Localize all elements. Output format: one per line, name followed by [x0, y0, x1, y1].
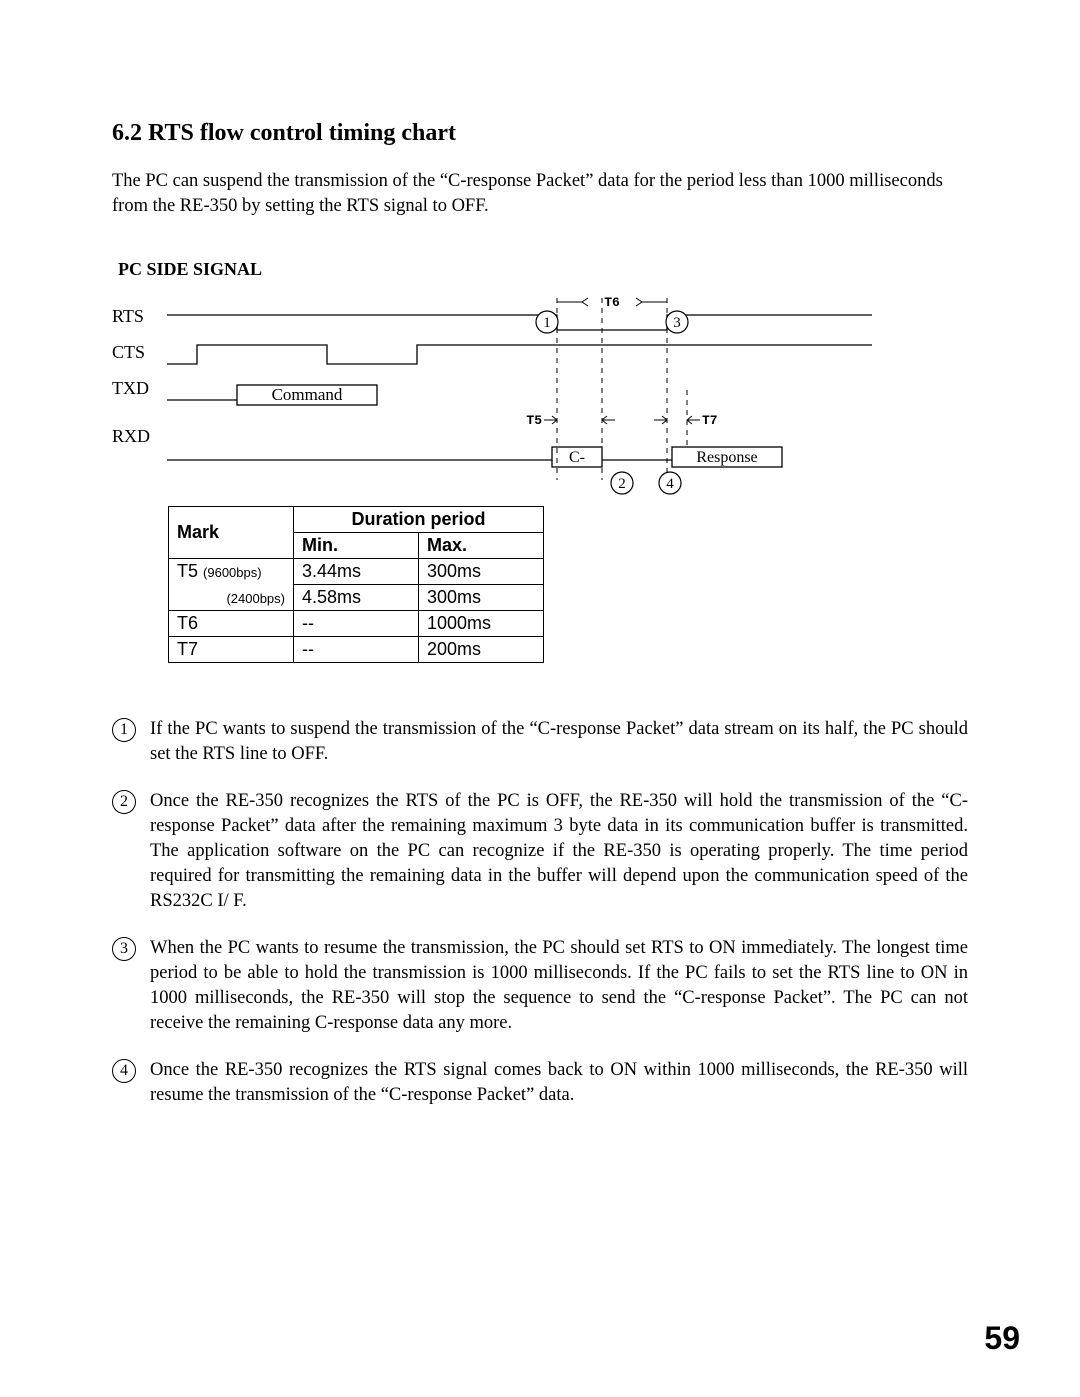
th-max: Max. — [419, 532, 544, 558]
t5-label: T5 — [526, 413, 542, 428]
cts-trace — [167, 345, 872, 364]
note-text: Once the RE-350 recognizes the RTS of th… — [150, 789, 968, 914]
notes: 1 If the PC wants to suspend the transmi… — [112, 717, 968, 1108]
t7-label: T7 — [702, 413, 718, 428]
pc-side-signal-label: PC SIDE SIGNAL — [118, 259, 968, 280]
signal-rxd: RXD — [112, 426, 150, 446]
c-label: C- — [569, 449, 585, 466]
response-label: Response — [696, 449, 757, 466]
table-row: T5 (9600bps) 3.44ms 300ms — [169, 558, 544, 584]
marker-1: 1 — [536, 311, 558, 333]
note-text: When the PC wants to resume the transmis… — [150, 936, 968, 1036]
timing-table-wrap: Mark Duration period Min. Max. T5 (9600b… — [168, 506, 968, 663]
section-heading: 6.2 RTS flow control timing chart — [112, 120, 968, 147]
signal-rts: RTS — [112, 306, 144, 326]
intro-paragraph: The PC can suspend the transmission of t… — [112, 169, 968, 219]
note-number-circle: 4 — [112, 1059, 136, 1083]
note-item: 1 If the PC wants to suspend the transmi… — [112, 717, 968, 767]
svg-text:3: 3 — [673, 315, 681, 331]
timing-table: Mark Duration period Min. Max. T5 (9600b… — [168, 506, 544, 663]
table-row: T7 -- 200ms — [169, 636, 544, 662]
note-text: If the PC wants to suspend the transmiss… — [150, 717, 968, 767]
svg-text:4: 4 — [666, 476, 674, 492]
marker-4: 4 — [659, 472, 681, 494]
command-label: Command — [272, 385, 343, 404]
table-row: T6 -- 1000ms — [169, 610, 544, 636]
svg-text:1: 1 — [543, 315, 551, 331]
marker-3: 3 — [666, 311, 688, 333]
note-number-circle: 1 — [112, 718, 136, 742]
marker-2: 2 — [611, 472, 633, 494]
rts-trace — [167, 315, 872, 330]
signal-txd: TXD — [112, 378, 149, 398]
note-item: 3 When the PC wants to resume the transm… — [112, 936, 968, 1036]
th-min: Min. — [294, 532, 419, 558]
note-item: 2 Once the RE-350 recognizes the RTS of … — [112, 789, 968, 914]
t6-label: T6 — [604, 295, 620, 310]
table-row: (2400bps) 4.58ms 300ms — [169, 584, 544, 610]
timing-diagram-svg: RTS CTS TXD RXD Command C- Response — [112, 290, 872, 500]
note-number-circle: 3 — [112, 937, 136, 961]
th-duration: Duration period — [294, 506, 544, 532]
timing-diagram: RTS CTS TXD RXD Command C- Response — [112, 290, 968, 500]
th-mark: Mark — [169, 506, 294, 558]
note-text: Once the RE-350 recognizes the RTS signa… — [150, 1058, 968, 1108]
note-number-circle: 2 — [112, 790, 136, 814]
page-number: 59 — [984, 1320, 1020, 1357]
note-item: 4 Once the RE-350 recognizes the RTS sig… — [112, 1058, 968, 1108]
svg-text:2: 2 — [618, 476, 626, 492]
signal-cts: CTS — [112, 342, 145, 362]
